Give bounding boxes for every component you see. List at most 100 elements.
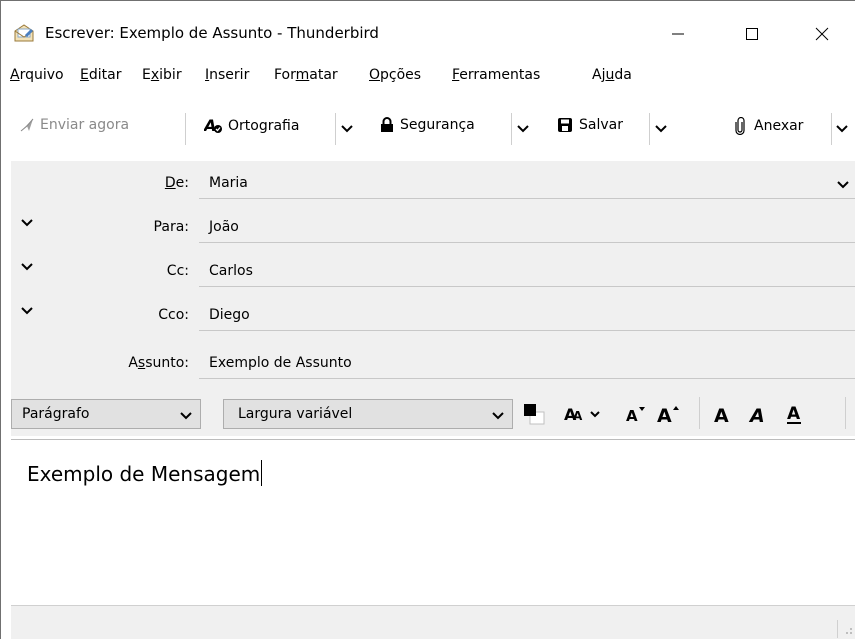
svg-text:A: A xyxy=(626,407,638,424)
format-separator xyxy=(845,397,846,429)
from-label-text: e: xyxy=(175,175,189,191)
save-label: Salvar xyxy=(579,117,623,133)
bold-button[interactable]: A xyxy=(709,401,737,427)
menu-label: atar xyxy=(309,67,338,83)
cc-value: Carlos xyxy=(209,263,253,279)
spelling-dropdown[interactable] xyxy=(335,113,357,145)
spelling-button[interactable]: A Ortografia xyxy=(204,117,299,135)
chevron-down-icon xyxy=(21,219,37,227)
send-icon xyxy=(19,117,35,133)
to-field[interactable]: João xyxy=(199,213,855,243)
italic-button[interactable]: A xyxy=(745,401,773,427)
close-button[interactable] xyxy=(799,15,845,53)
menu-accel: E xyxy=(80,67,89,83)
font-size-menu-button[interactable]: AA xyxy=(563,401,603,427)
svg-text:A: A xyxy=(714,405,729,425)
maximize-button[interactable] xyxy=(729,15,775,53)
menu-label: ditar xyxy=(88,67,122,83)
bcc-field[interactable]: Diego xyxy=(199,301,855,331)
subject-label: Assunto: xyxy=(128,355,189,371)
status-bar xyxy=(11,605,855,639)
to-label: Para: xyxy=(153,219,189,235)
bcc-row: Cco: Diego xyxy=(11,295,855,335)
message-body-text: Exemplo de Mensagem xyxy=(27,462,261,486)
attach-dropdown[interactable] xyxy=(831,113,851,145)
color-swatch-icon xyxy=(522,402,546,426)
svg-text:A: A xyxy=(748,405,765,425)
window-title: Escrever: Exemplo de Assunto - Thunderbi… xyxy=(45,24,379,42)
to-type-dropdown[interactable] xyxy=(21,219,37,235)
menu-accel: O xyxy=(369,67,381,83)
font-smaller-icon: A xyxy=(625,404,647,424)
save-button[interactable]: Salvar xyxy=(557,117,623,133)
send-now-button[interactable]: Enviar agora xyxy=(19,117,129,133)
menu-opcoes[interactable]: Opções xyxy=(369,67,421,83)
menu-exibir[interactable]: Exibir xyxy=(142,67,182,83)
to-row: Para: João xyxy=(11,207,855,247)
font-family-value: Largura variável xyxy=(238,406,353,422)
menu-accel: u xyxy=(605,67,615,83)
chevron-down-icon xyxy=(180,408,192,424)
bold-icon: A xyxy=(712,403,734,425)
menu-formatar[interactable]: Formatar xyxy=(274,67,338,83)
smaller-font-button[interactable]: A xyxy=(623,401,649,427)
svg-text:A: A xyxy=(787,404,801,424)
text-caret xyxy=(261,460,263,486)
menu-editar[interactable]: Editar xyxy=(80,67,121,83)
menu-arquivo[interactable]: Arquivo xyxy=(10,67,64,83)
larger-font-button[interactable]: A xyxy=(655,401,683,427)
font-size-icon: AA xyxy=(564,404,602,424)
spelling-label: Ortografia xyxy=(228,118,300,134)
menu-ajuda[interactable]: Ajuda xyxy=(592,67,632,83)
chevron-down-icon xyxy=(516,125,529,133)
resize-grip-icon[interactable] xyxy=(837,620,855,638)
underline-icon: A xyxy=(784,402,806,426)
toolbar-separator xyxy=(185,113,186,145)
attach-button[interactable]: Anexar xyxy=(734,117,803,135)
menu-inserir[interactable]: Inserir xyxy=(205,67,249,83)
paperclip-icon xyxy=(734,117,746,135)
menu-label: pções xyxy=(380,67,422,83)
cc-type-dropdown[interactable] xyxy=(21,263,37,279)
security-dropdown[interactable] xyxy=(511,113,533,145)
svg-text:A: A xyxy=(573,409,583,423)
chevron-down-icon xyxy=(837,177,849,193)
attach-label: Anexar xyxy=(754,118,804,134)
chevron-down-icon xyxy=(835,125,848,133)
save-dropdown[interactable] xyxy=(649,113,671,145)
cc-field[interactable]: Carlos xyxy=(199,257,855,287)
menu-label: E xyxy=(142,67,151,83)
font-family-select[interactable]: Largura variável xyxy=(223,399,513,429)
menu-accel: x xyxy=(150,67,160,83)
underline-button[interactable]: A xyxy=(781,401,809,427)
minimize-button[interactable] xyxy=(655,15,701,53)
format-toolbar: Parágrafo Largura variável AA A A A A A xyxy=(11,393,855,433)
svg-text:A: A xyxy=(657,405,672,425)
security-label: Segurança xyxy=(400,117,475,133)
title-bar[interactable]: Escrever: Exemplo de Assunto - Thunderbi… xyxy=(1,1,855,57)
from-select[interactable]: Maria xyxy=(199,169,855,199)
font-larger-icon: A xyxy=(657,403,681,425)
cc-row: Cc: Carlos xyxy=(11,251,855,291)
cc-label: Cc: xyxy=(166,263,189,279)
from-accel: D xyxy=(164,175,176,191)
menu-ferramentas[interactable]: Ferramentas xyxy=(452,67,540,83)
message-body: Exemplo de Mensagem xyxy=(27,460,263,486)
chevron-down-icon xyxy=(21,307,37,315)
format-separator xyxy=(699,397,700,429)
lock-icon xyxy=(380,117,394,133)
text-color-button[interactable] xyxy=(519,401,549,427)
message-body-editor[interactable]: Exemplo de Mensagem xyxy=(11,439,855,605)
from-label: De: xyxy=(165,175,189,191)
menu-bar: Arquivo Editar Exibir Inserir Formatar O… xyxy=(1,61,855,91)
chevron-down-icon xyxy=(21,263,37,271)
menu-label: nserir xyxy=(209,67,250,83)
bcc-type-dropdown[interactable] xyxy=(21,307,37,323)
menu-label: rquivo xyxy=(19,67,64,83)
security-button[interactable]: Segurança xyxy=(380,117,475,133)
subject-row: Assunto: Exemplo de Assunto xyxy=(11,343,855,383)
paragraph-format-select[interactable]: Parágrafo xyxy=(11,399,201,429)
subject-field[interactable]: Exemplo de Assunto xyxy=(199,349,855,379)
compose-toolbar: Enviar agora A Ortografia Segurança Salv… xyxy=(1,101,855,151)
menu-label: erramentas xyxy=(459,67,541,83)
